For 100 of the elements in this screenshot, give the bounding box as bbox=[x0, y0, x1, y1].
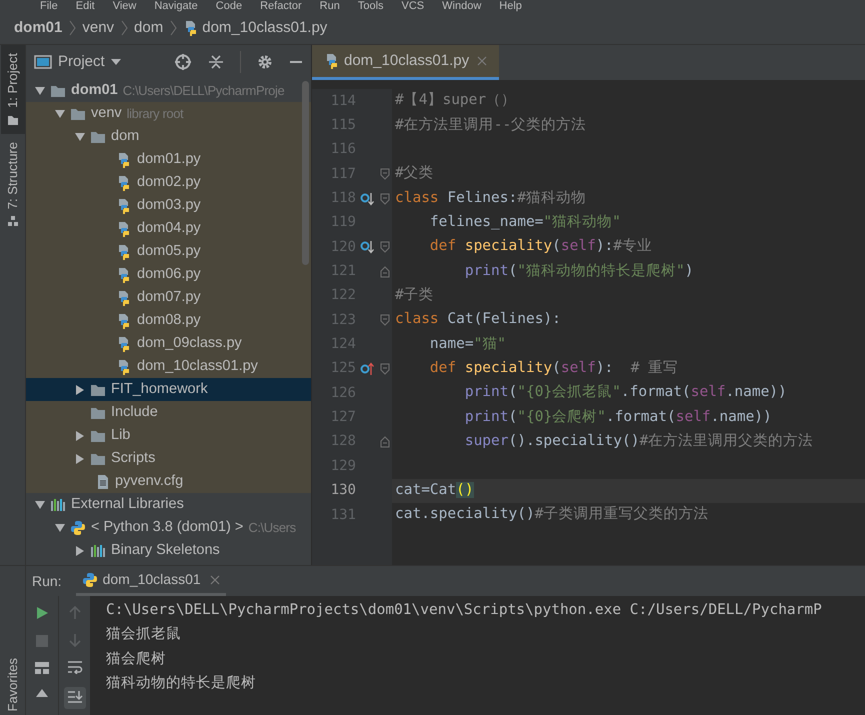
python-file-icon bbox=[116, 290, 132, 306]
overriding-method-icon[interactable] bbox=[360, 362, 374, 376]
collapsed-arrow-icon[interactable] bbox=[76, 454, 84, 464]
layout-icon[interactable] bbox=[35, 662, 49, 674]
menu-item[interactable]: Run bbox=[320, 0, 340, 12]
tree-item[interactable]: venv library root bbox=[26, 102, 311, 125]
expanded-arrow-icon[interactable] bbox=[75, 132, 85, 140]
settings-icon[interactable] bbox=[257, 54, 273, 70]
tree-item[interactable]: dom01 C:\Users\DELL\PycharmProje bbox=[26, 79, 311, 102]
collapse-all-icon[interactable] bbox=[208, 54, 224, 70]
fold-marker-icon[interactable] bbox=[380, 192, 390, 205]
fold-marker-icon[interactable] bbox=[380, 241, 390, 254]
collapsed-arrow-icon[interactable] bbox=[76, 546, 84, 556]
panel-label: Run: bbox=[32, 572, 62, 590]
fold-marker-icon[interactable] bbox=[380, 266, 390, 278]
tree-item[interactable]: dom05.py bbox=[26, 240, 311, 263]
tool-window-tab[interactable]: 7: Structure bbox=[0, 134, 24, 236]
scrollbar[interactable] bbox=[302, 81, 309, 265]
tree-item[interactable]: dom06.py bbox=[26, 263, 311, 286]
chevron-icon bbox=[169, 20, 178, 36]
scroll-to-end-icon[interactable] bbox=[64, 687, 86, 709]
python-file-icon bbox=[116, 152, 132, 168]
python-logo-icon bbox=[70, 520, 86, 536]
tree-item[interactable]: dom03.py bbox=[26, 194, 311, 217]
python-file-icon bbox=[116, 220, 132, 236]
tree-item[interactable]: dom01.py bbox=[26, 148, 311, 171]
code-line: print("{0}会抓老鼠".format(self.name)) bbox=[464, 383, 787, 402]
collapsed-arrow-icon[interactable] bbox=[76, 430, 84, 440]
code-line: class Cat(Felines): bbox=[395, 310, 561, 330]
tree-item[interactable]: dom07.py bbox=[26, 286, 311, 309]
line-number: 130 bbox=[330, 481, 356, 500]
python-file-icon bbox=[116, 198, 132, 214]
console-output: 猫会爬树 bbox=[106, 650, 167, 669]
tree-item[interactable]: dom_10class01.py bbox=[26, 355, 311, 378]
tree-item[interactable]: < Python 3.8 (dom01) > C:\Users bbox=[26, 516, 311, 539]
tree-item[interactable]: dom04.py bbox=[26, 217, 311, 240]
code-line: name="猫" bbox=[428, 334, 506, 354]
chevron-icon bbox=[120, 20, 128, 36]
fold-marker-icon[interactable] bbox=[380, 314, 390, 326]
code-line: super().speciality()#在方法里调用父类的方法 bbox=[464, 432, 814, 452]
code-line: #子类 bbox=[395, 286, 434, 306]
menu-item[interactable]: View bbox=[112, 0, 136, 12]
editor-tab[interactable]: dom_10class01.py bbox=[312, 45, 500, 80]
soft-wrap-icon[interactable] bbox=[66, 660, 82, 674]
locate-icon[interactable] bbox=[174, 53, 192, 71]
folder-icon bbox=[70, 106, 86, 120]
overridden-method-icon[interactable] bbox=[360, 240, 374, 254]
expanded-arrow-icon[interactable] bbox=[35, 500, 45, 508]
fold-marker-icon[interactable] bbox=[380, 436, 390, 448]
caret-icon bbox=[110, 59, 121, 65]
code-line: print("{0}会爬树".format(self.name)) bbox=[464, 408, 772, 427]
breadcrumb[interactable]: venv bbox=[82, 16, 114, 40]
tree-item[interactable]: dom bbox=[26, 125, 311, 148]
code-line: print("猫科动物的特长是爬树") bbox=[464, 262, 694, 281]
library-icon bbox=[50, 498, 66, 512]
breadcrumb[interactable]: dom01 bbox=[14, 16, 62, 40]
overridden-method-icon[interactable] bbox=[360, 192, 374, 206]
menu-item[interactable]: Refactor bbox=[260, 0, 302, 12]
code-line: cat=Cat() bbox=[395, 480, 474, 500]
collapsed-arrow-icon[interactable] bbox=[76, 384, 84, 394]
tree-item[interactable]: Binary Skeletons bbox=[26, 539, 311, 562]
menu-item[interactable]: File bbox=[40, 0, 58, 12]
code-line: class Felines:#猫科动物 bbox=[395, 188, 586, 208]
python-file-icon bbox=[116, 174, 132, 190]
view-selector[interactable]: Project bbox=[58, 50, 121, 74]
close-icon[interactable] bbox=[210, 574, 220, 584]
tree-item[interactable]: dom08.py bbox=[26, 309, 311, 332]
tool-window-tab[interactable]: Favorites bbox=[2, 658, 22, 711]
folder-icon bbox=[90, 428, 106, 442]
tree-item[interactable]: Include bbox=[26, 401, 311, 424]
menu-item[interactable]: Help bbox=[499, 0, 522, 12]
python-file-icon bbox=[116, 266, 132, 282]
code-line: def speciality(self): # 重写 bbox=[428, 359, 678, 378]
menu-item[interactable]: Navigate bbox=[154, 0, 198, 12]
menu-item[interactable]: Edit bbox=[76, 0, 95, 12]
run-icon[interactable] bbox=[35, 606, 49, 620]
menu-item[interactable]: Tools bbox=[358, 0, 384, 12]
menu-item[interactable]: Code bbox=[216, 0, 242, 12]
tree-item[interactable]: FIT_homework bbox=[26, 378, 311, 401]
folder-icon bbox=[6, 114, 18, 126]
python-file-icon bbox=[116, 358, 132, 374]
console-output: 猫科动物的特长是爬树 bbox=[106, 674, 257, 693]
tree-item[interactable]: External Libraries bbox=[26, 493, 311, 516]
tree-item[interactable]: Scripts bbox=[26, 447, 311, 470]
tree-item[interactable]: pyvenv.cfg bbox=[26, 470, 311, 493]
breadcrumb[interactable]: dom_10class01.py bbox=[183, 16, 328, 40]
tree-item[interactable]: dom_09class.py bbox=[26, 332, 311, 355]
console-output: C:\Users\DELL\PycharmProjects\dom01\venv\Scripts\python.exe C:/Users/DELL/PycharmP bbox=[106, 601, 822, 620]
expanded-arrow-icon[interactable] bbox=[55, 110, 65, 118]
expanded-arrow-icon[interactable] bbox=[55, 524, 65, 532]
expanded-arrow-icon[interactable] bbox=[35, 86, 45, 94]
menu-item[interactable]: VCS bbox=[402, 0, 424, 12]
fold-marker-icon[interactable] bbox=[380, 168, 390, 180]
breadcrumb[interactable]: dom bbox=[134, 16, 164, 40]
folder-icon bbox=[90, 406, 106, 420]
tree-item[interactable]: Lib bbox=[26, 424, 311, 447]
tool-window-tab[interactable]: 1: Project bbox=[0, 45, 24, 134]
menu-item[interactable]: Window bbox=[442, 0, 482, 12]
tree-item[interactable]: dom02.py bbox=[26, 171, 311, 194]
fold-marker-icon[interactable] bbox=[380, 362, 390, 375]
